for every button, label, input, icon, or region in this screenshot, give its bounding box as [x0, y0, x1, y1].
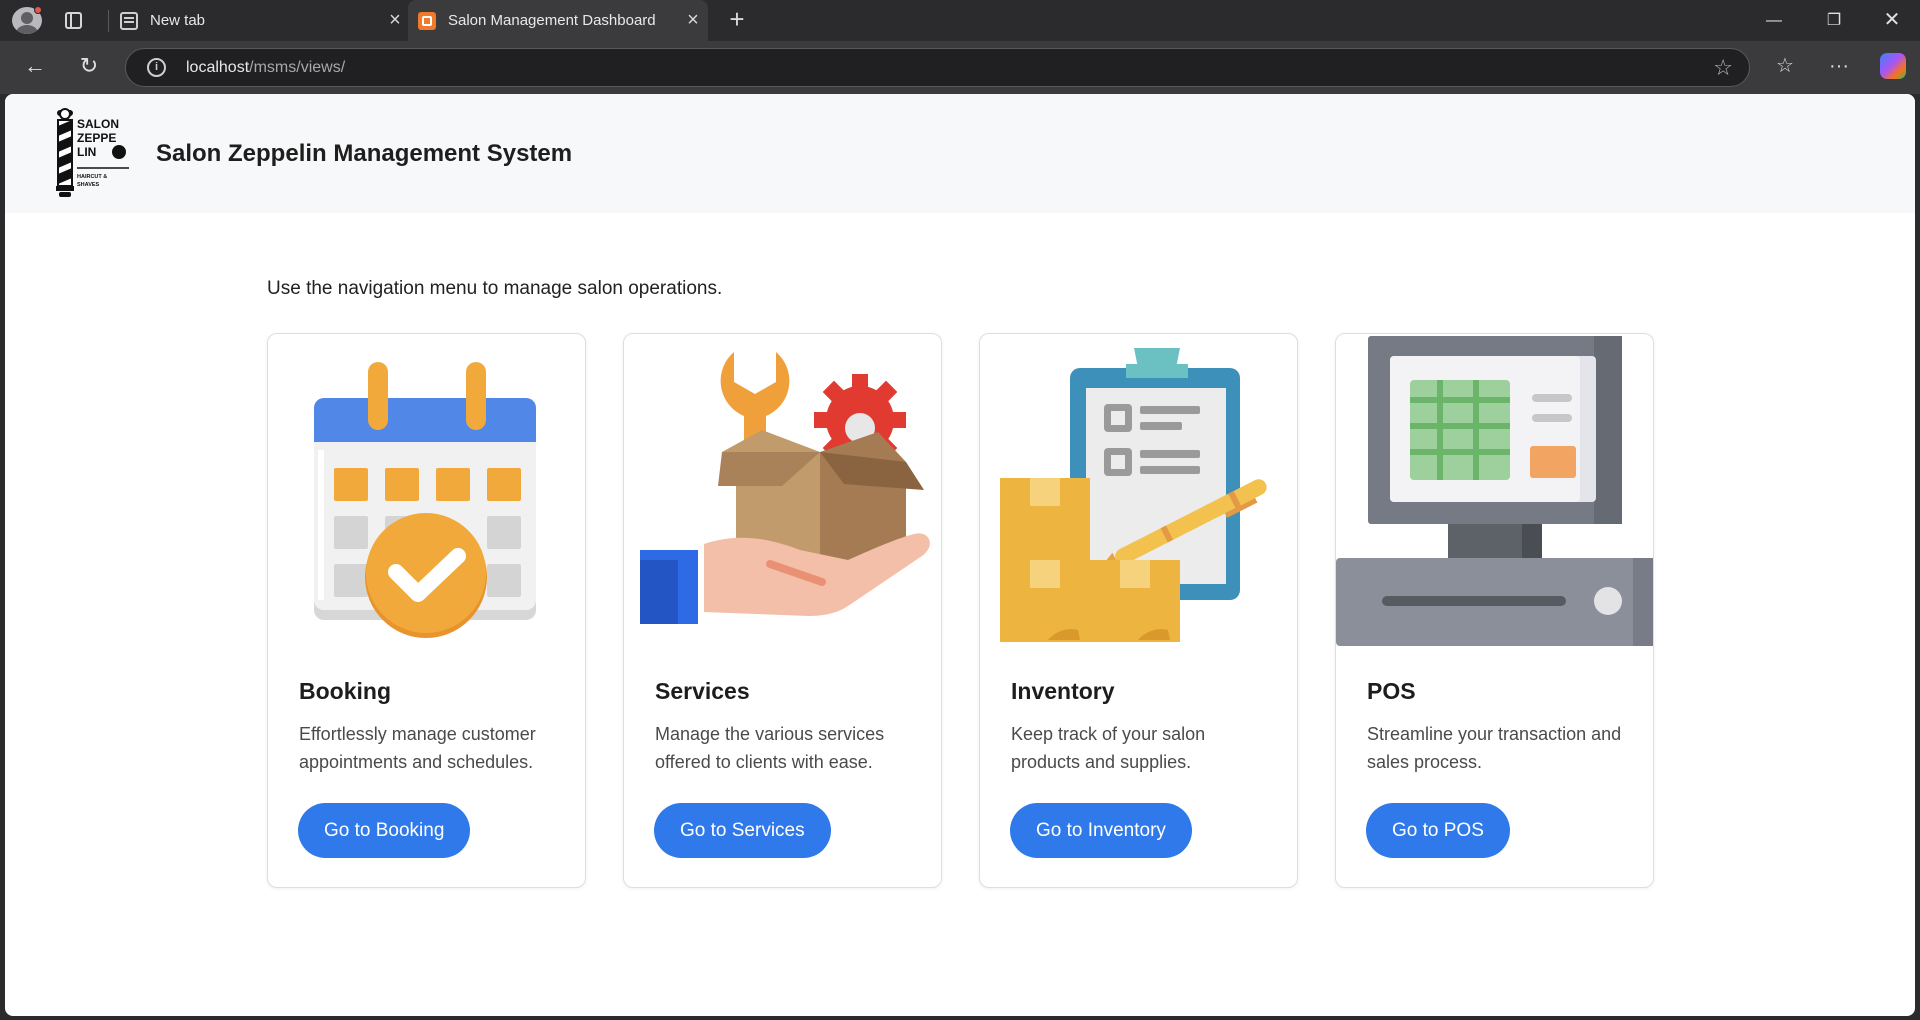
xampp-icon: [418, 11, 436, 30]
browser-toolbar: ← ↻ i localhost/msms/views/ ☆ ☆ ···: [0, 41, 1920, 94]
url-path: /msms/views/: [249, 59, 346, 76]
pos-card: POS Streamline your transaction and sale…: [1335, 333, 1654, 888]
notification-dot: [34, 6, 42, 14]
tab-label: Salon Management Dashboard: [448, 12, 656, 29]
card-title: Booking: [299, 678, 391, 704]
tab-new-tab[interactable]: New tab ×: [110, 0, 410, 41]
site-title: Salon Zeppelin Management System: [156, 140, 573, 167]
close-tab-icon[interactable]: ×: [678, 9, 708, 32]
address-bar[interactable]: i localhost/msms/views/ ☆: [125, 48, 1750, 87]
salon-logo: SALON ZEPPE LIN HAIRCUT & SHAVES: [56, 108, 129, 197]
restore-icon[interactable]: ❐: [1806, 0, 1862, 41]
inventory-card: Inventory Keep track of your salon produ…: [979, 333, 1298, 888]
site-header: SALON ZEPPE LIN HAIRCUT & SHAVES Salon Z…: [5, 94, 1915, 213]
go-to-inventory-button[interactable]: Go to Inventory: [1010, 803, 1192, 858]
service-box-icon: [640, 352, 930, 624]
url-text[interactable]: localhost/msms/views/: [186, 59, 345, 77]
go-to-pos-button[interactable]: Go to POS: [1366, 803, 1510, 858]
logo-text-line: HAIRCUT &: [77, 174, 107, 180]
card-description: Keep track of your salon products and su…: [1011, 724, 1206, 772]
card-description: Effortlessly manage customer appointment…: [299, 724, 536, 772]
refresh-icon[interactable]: ↻: [74, 51, 104, 81]
back-arrow-icon[interactable]: ←: [20, 51, 50, 81]
clipboard-boxes-icon: [1000, 348, 1267, 642]
card-description: Streamline your transaction and sales pr…: [1367, 724, 1622, 772]
card-title: Inventory: [1011, 678, 1115, 704]
close-window-icon[interactable]: ✕: [1864, 0, 1920, 41]
copilot-icon[interactable]: [1880, 53, 1906, 79]
card-title: POS: [1367, 678, 1416, 704]
logo-text-line: LIN: [77, 145, 96, 159]
logo-text-line: SHAVES: [77, 182, 100, 188]
cash-register-icon: [1336, 336, 1653, 646]
logo-text-line: SALON: [77, 117, 119, 131]
tab-label: New tab: [150, 12, 206, 29]
tab-salon-dashboard[interactable]: Salon Management Dashboard ×: [408, 0, 708, 41]
booking-card: Booking Effortlessly manage customer app…: [267, 333, 586, 888]
go-to-services-button[interactable]: Go to Services: [654, 803, 831, 858]
favorite-star-icon[interactable]: ☆: [1713, 55, 1733, 81]
intro-text: Use the navigation menu to manage salon …: [267, 278, 723, 299]
favorites-icon[interactable]: ☆: [1770, 51, 1800, 81]
page-viewport: SALON ZEPPE LIN HAIRCUT & SHAVES Salon Z…: [5, 94, 1915, 1016]
tab-actions-icon[interactable]: [65, 12, 82, 29]
close-tab-icon[interactable]: ×: [380, 9, 410, 32]
logo-text-line: ZEPPE: [77, 131, 116, 145]
calendar-check-icon: [314, 362, 536, 638]
card-title: Services: [655, 678, 750, 704]
minimize-icon[interactable]: —: [1746, 0, 1802, 41]
services-card: Services Manage the various services off…: [623, 333, 942, 888]
url-host: localhost: [186, 59, 250, 76]
card-description: Manage the various services offered to c…: [655, 724, 885, 772]
new-tab-button[interactable]: +: [722, 4, 752, 34]
new-tab-page-icon: [120, 11, 138, 30]
browser-titlebar: New tab × Salon Management Dashboard × +…: [0, 0, 1920, 41]
more-options-icon[interactable]: ···: [1824, 51, 1854, 81]
site-info-icon[interactable]: i: [147, 58, 166, 77]
tab-divider: [108, 10, 109, 32]
go-to-booking-button[interactable]: Go to Booking: [298, 803, 471, 858]
